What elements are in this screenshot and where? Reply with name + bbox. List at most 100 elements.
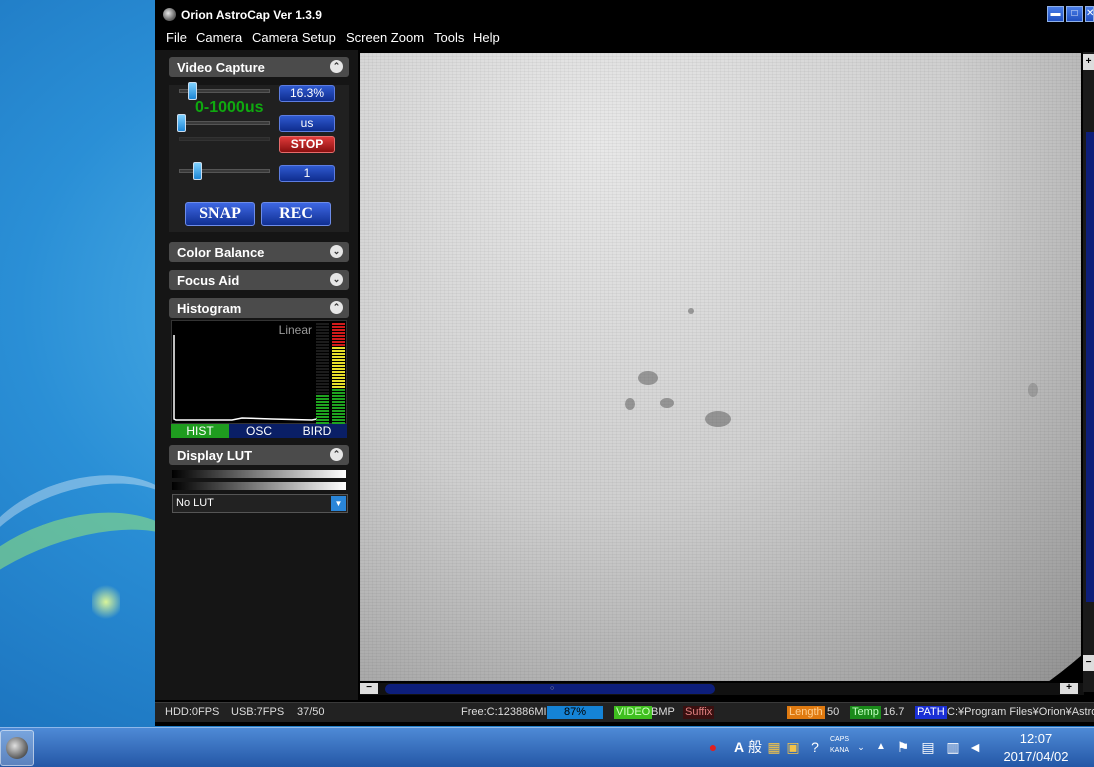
tab-osc[interactable]: OSC	[230, 424, 288, 438]
menu-camera-setup[interactable]: Camera Setup	[252, 30, 336, 45]
display-lut-header[interactable]: Display LUT ⌃	[169, 445, 349, 465]
status-bar: HDD:0FPS USB:7FPS 37/50 Free:C:123886MI …	[155, 702, 1094, 722]
display-lut-title: Display LUT	[177, 448, 253, 463]
level-meter-segment	[332, 410, 345, 412]
lut-gradient-bar	[172, 482, 346, 490]
level-meter-segment	[332, 335, 345, 337]
level-meter-segment	[332, 401, 345, 403]
ime-pad-icon[interactable]: ▣	[785, 739, 801, 755]
collapse-up-icon[interactable]: ⌃	[330, 301, 343, 314]
ime-mode-indicator[interactable]: A	[731, 739, 747, 755]
maximize-button[interactable]: □	[1066, 6, 1083, 22]
image-noise-overlay	[360, 53, 1081, 681]
horizontal-scrollbar[interactable]: − ○ +	[360, 683, 1084, 695]
ime-kanji-indicator[interactable]: 般	[747, 739, 763, 755]
video-capture-header[interactable]: Video Capture ⌃	[169, 57, 349, 77]
wallpaper-leaf	[92, 582, 120, 622]
exposure-slider-thumb[interactable]	[177, 114, 186, 132]
expand-down-icon[interactable]: ⌄	[330, 245, 343, 258]
level-meter-segment	[332, 395, 345, 397]
clock-date[interactable]: 2017/04/02	[996, 749, 1076, 764]
zoom-out-icon[interactable]: −	[1083, 655, 1094, 671]
menu-camera[interactable]: Camera	[196, 30, 242, 45]
menu-tools[interactable]: Tools	[434, 30, 464, 45]
temp-value: 16.7	[883, 706, 905, 718]
tab-hist[interactable]: HIST	[171, 424, 229, 438]
scroll-thumb[interactable]	[1086, 132, 1094, 602]
level-meter-segment	[316, 329, 329, 331]
zoom-in-icon[interactable]: +	[1060, 683, 1078, 694]
suffix-tag[interactable]: Suffix	[683, 706, 715, 719]
menu-screen-zoom[interactable]: Screen Zoom	[346, 30, 424, 45]
tab-bird[interactable]: BIRD	[288, 424, 346, 438]
path-tag: PATH	[915, 706, 947, 719]
level-meter-segment	[332, 419, 345, 421]
level-meter-segment	[316, 350, 329, 352]
close-button[interactable]: ✕	[1085, 6, 1094, 22]
chevron-down-icon[interactable]: ▼	[331, 496, 346, 511]
devices-icon[interactable]: ▤	[920, 739, 936, 755]
expand-down-icon[interactable]: ⌄	[330, 273, 343, 286]
level-meter-segment	[316, 404, 329, 406]
exposure-unit-button[interactable]: us	[279, 115, 335, 132]
level-meter-segment	[316, 323, 329, 325]
collapse-up-icon[interactable]: ⌃	[330, 448, 343, 461]
level-meter-segment	[332, 371, 345, 373]
level-meter-segment	[316, 392, 329, 394]
help-icon[interactable]: ?	[807, 739, 823, 755]
file-format: BMP	[651, 706, 675, 718]
zoom-out-icon[interactable]: −	[360, 683, 378, 694]
level-meter-segment	[316, 341, 329, 343]
level-meter-left	[316, 321, 330, 425]
snap-button[interactable]: SNAP	[185, 202, 255, 226]
window-title: Orion AstroCap Ver 1.3.9	[181, 8, 322, 22]
level-meter-segment	[332, 377, 345, 379]
level-meter-segment	[316, 356, 329, 358]
rec-button[interactable]: REC	[261, 202, 331, 226]
stop-button[interactable]: STOP	[279, 136, 335, 153]
menu-file[interactable]: File	[166, 30, 187, 45]
level-meter-segment	[316, 377, 329, 379]
level-meter-segment	[316, 383, 329, 385]
sunspot	[638, 371, 658, 385]
lut-dropdown[interactable]: No LUT ▼	[172, 494, 348, 513]
ime-options-icon[interactable]: ⌄	[853, 739, 869, 755]
image-viewer[interactable]	[360, 53, 1081, 681]
level-meter-segment	[332, 329, 345, 331]
network-icon[interactable]: ▥	[945, 739, 961, 755]
show-hidden-icons[interactable]: ▲	[873, 739, 889, 755]
taskbar-app-astrocap[interactable]	[0, 730, 34, 766]
menu-help[interactable]: Help	[473, 30, 500, 45]
free-space: Free:C:123886MI	[461, 706, 547, 718]
disk-percent: 87%	[547, 706, 603, 719]
histogram-header[interactable]: Histogram ⌃	[169, 298, 349, 318]
exposure-slider-track[interactable]	[179, 121, 270, 125]
focus-aid-header[interactable]: Focus Aid ⌄	[169, 270, 349, 290]
volume-icon[interactable]: ◄	[967, 739, 983, 755]
level-meter-segment	[332, 356, 345, 358]
level-meter-segment	[332, 374, 345, 376]
vertical-scrollbar[interactable]: + −	[1083, 52, 1094, 692]
astrocap-icon	[6, 737, 28, 759]
frame-slider-thumb[interactable]	[193, 162, 203, 180]
color-balance-header[interactable]: Color Balance ⌄	[169, 242, 349, 262]
zoom-in-icon[interactable]: +	[1083, 54, 1094, 70]
level-meter-segment	[332, 338, 345, 340]
level-meter-segment	[316, 380, 329, 382]
gain-slider-thumb[interactable]	[187, 82, 197, 100]
control-panel: Video Capture ⌃ 16.3% 0-1000us us STOP 1…	[155, 50, 358, 700]
balloon-icon[interactable]: ●	[705, 739, 721, 755]
sunspot	[688, 308, 694, 314]
level-meter-right	[332, 321, 346, 425]
level-meter-segment	[332, 365, 345, 367]
sunspot	[660, 398, 674, 408]
clock-time[interactable]: 12:07	[996, 731, 1076, 746]
ime-toolbox-icon[interactable]: ▦	[766, 739, 782, 755]
minimize-button[interactable]: ▬	[1047, 6, 1064, 22]
level-meter-segment	[332, 332, 345, 334]
action-center-icon[interactable]: ⚑	[895, 739, 911, 755]
exposure-fine-track[interactable]	[179, 137, 270, 141]
collapse-up-icon[interactable]: ⌃	[330, 60, 343, 73]
title-bar[interactable]: Orion AstroCap Ver 1.3.9 ▬ □ ✕	[155, 0, 1094, 28]
save-path[interactable]: C:¥Program Files¥Orion¥Astro	[947, 706, 1094, 718]
